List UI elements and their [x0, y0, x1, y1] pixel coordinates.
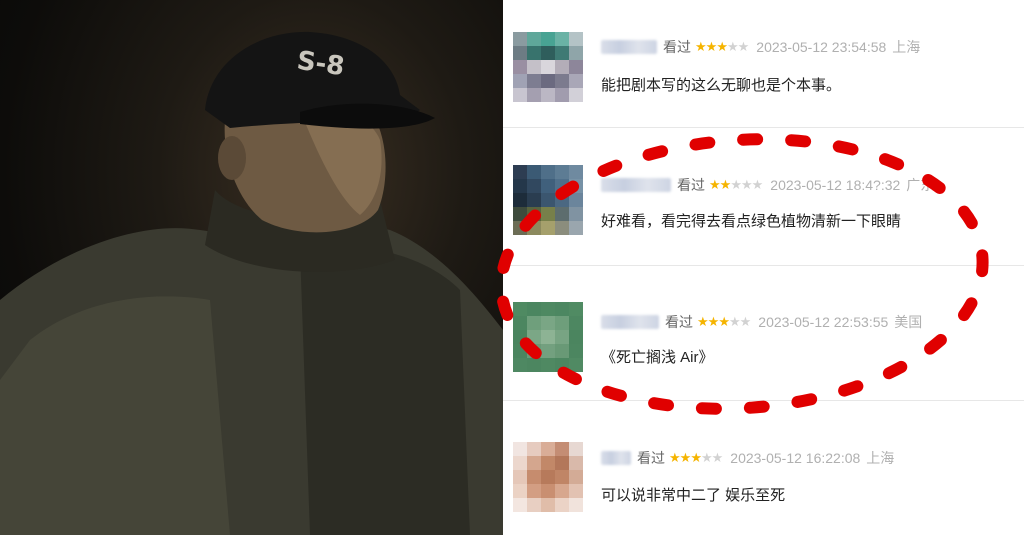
star-icon: ★ — [726, 39, 739, 54]
rating-stars: ★ ★ ★ ★ ★ — [669, 450, 724, 466]
comment-meta: 看过 ★ ★ ★ ★ ★ 2023-05-12 18:4?:32 广东 — [601, 174, 934, 196]
username-blurred[interactable] — [601, 40, 657, 54]
divider — [503, 127, 1024, 128]
comment-meta: 看过 ★ ★ ★ ★ ★ 2023-05-12 16:22:08 上海 — [601, 447, 894, 469]
comment-datetime: 2023-05-12 16:22:08 — [730, 450, 861, 466]
movie-still: S-8 — [0, 0, 503, 535]
star-icon: ★ — [679, 450, 692, 465]
star-icon: ★ — [695, 39, 707, 54]
avatar-blurred[interactable] — [513, 165, 583, 235]
star-icon: ★ — [690, 450, 702, 465]
comment-meta: 看过 ★ ★ ★ ★ ★ 2023-05-12 23:54:58 上海 — [601, 36, 920, 58]
star-icon: ★ — [669, 450, 681, 465]
star-icon: ★ — [716, 39, 728, 54]
seen-label: 看过 — [663, 39, 691, 55]
comment-datetime: 2023-05-12 23:54:58 — [756, 39, 887, 55]
star-icon: ★ — [709, 177, 721, 192]
star-icon: ★ — [737, 39, 750, 54]
avatar-blurred[interactable] — [513, 442, 583, 512]
star-icon: ★ — [751, 177, 764, 192]
star-icon: ★ — [705, 39, 718, 54]
star-icon: ★ — [711, 450, 724, 465]
comment-text: 好难看，看完得去看点绿色植物清新一下眼睛 — [601, 213, 902, 230]
rating-stars: ★ ★ ★ ★ ★ — [709, 177, 764, 193]
star-icon: ★ — [739, 314, 752, 329]
divider — [503, 400, 1024, 401]
rating-stars: ★ ★ ★ ★ ★ — [697, 314, 752, 330]
divider — [503, 265, 1024, 266]
star-icon: ★ — [719, 177, 732, 192]
star-icon: ★ — [697, 314, 709, 329]
ear-shape — [218, 136, 246, 180]
username-blurred[interactable] — [601, 315, 659, 329]
comment-location: 广东 — [906, 177, 935, 193]
comment-location: 上海 — [866, 450, 895, 466]
seen-label: 看过 — [637, 450, 665, 466]
star-icon: ★ — [718, 314, 730, 329]
comment-text: 《死亡搁浅 Air》 — [601, 349, 714, 366]
comment-list: 看过 ★ ★ ★ ★ ★ 2023-05-12 23:54:58 上海 能把剧本写的这么… — [503, 0, 1024, 535]
comment-location: 美国 — [894, 314, 923, 330]
comment-datetime: 2023-05-12 22:53:55 — [758, 314, 889, 330]
coat-shadow — [300, 246, 470, 535]
movie-still-illustration: S-8 — [0, 31, 503, 535]
seen-label: 看过 — [665, 314, 693, 330]
star-icon: ★ — [707, 314, 720, 329]
comment-location: 上海 — [892, 39, 921, 55]
seen-label: 看过 — [677, 177, 705, 193]
rating-stars: ★ ★ ★ ★ ★ — [695, 39, 750, 55]
star-icon: ★ — [740, 177, 753, 192]
comment-datetime: 2023-05-12 18:4?:32 — [770, 177, 901, 193]
star-icon: ★ — [728, 314, 741, 329]
username-blurred[interactable] — [601, 178, 671, 192]
comment-text: 能把剧本写的这么无聊也是个本事。 — [601, 77, 842, 94]
avatar-blurred[interactable] — [513, 32, 583, 102]
star-icon: ★ — [700, 450, 713, 465]
star-icon: ★ — [730, 177, 742, 192]
username-blurred[interactable] — [601, 451, 631, 465]
comment-text: 可以说非常中二了 娱乐至死 — [601, 487, 786, 504]
comment-meta: 看过 ★ ★ ★ ★ ★ 2023-05-12 22:53:55 美国 — [601, 311, 922, 333]
avatar-blurred[interactable] — [513, 302, 583, 372]
